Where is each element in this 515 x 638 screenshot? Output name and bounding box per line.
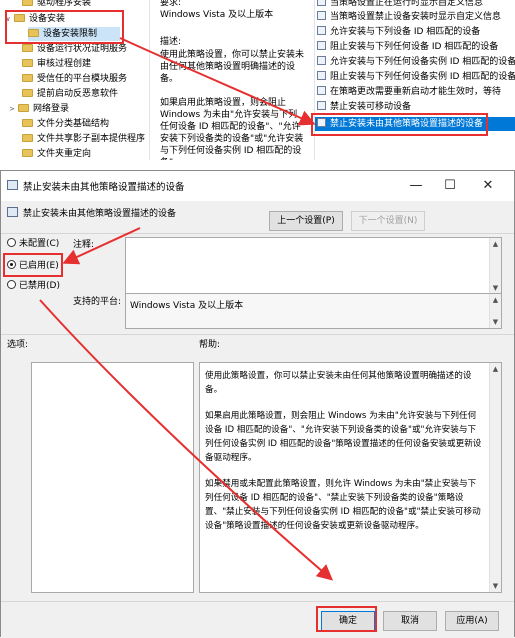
next-setting-button[interactable]: 下一个设置(N) (351, 211, 425, 231)
tree-item-fci[interactable]: 文件分类基础结构 (22, 117, 109, 131)
folder-icon (22, 58, 33, 67)
comment-textarea[interactable]: ▲ ▼ (125, 237, 502, 295)
annotation-box-policy (311, 113, 488, 136)
help-paragraph: 如果启用此策略设置，则会阻止 Windows 为未由"允许安装与下列任何设备 I… (205, 411, 482, 463)
tree-item-audit-process[interactable]: 审核过程创建 (22, 57, 91, 71)
description-text: 使用此策略设置，你可以禁止安装未由任何其他策略设置明确描述的设备。 (160, 50, 305, 84)
description-text-2: 如果启用此策略设置，则会阻止 Windows 为未由"允许安装与下列任何设备 I… (160, 98, 304, 160)
help-text: 使用此策略设置，你可以禁止安装未由任何其他策略设置明确描述的设备。 如果启用此策… (205, 369, 483, 545)
tree-item-elam[interactable]: 提前启动反恶意软件 (22, 87, 118, 101)
help-label: 帮助: (199, 340, 221, 350)
chevron-right-icon[interactable]: > (8, 102, 16, 116)
policy-title: 禁止安装未由其他策略设置描述的设备 (23, 209, 177, 219)
policy-setting-icon (317, 26, 326, 35)
requirement-label: 要求: (160, 0, 182, 8)
platform-field: Windows Vista 及以上版本 ▲ ▼ (125, 293, 502, 329)
help-paragraph: 使用此策略设置，你可以禁止安装未由任何其他策略设置明确描述的设备。 (205, 371, 472, 395)
policy-list: 当策略设置正在运行时显示自定义信息 当策略设置禁止设备安装时显示自定义信息 允许… (314, 0, 515, 160)
policy-row[interactable]: 阻止安装与下列任何设备 ID 相匹配的设备 (315, 40, 515, 54)
radio-circle-icon (7, 238, 16, 247)
policy-dialog: 禁止安装未由其他策略设置描述的设备 — ☐ ✕ 禁止安装未由其他策略设置描述的设… (0, 170, 515, 638)
prev-setting-button[interactable]: 上一个设置(P) (269, 211, 343, 231)
annotation-box-tree (5, 10, 124, 44)
policy-setting-icon (317, 86, 326, 95)
scrollbar[interactable]: ▲ ▼ (489, 294, 501, 328)
dialog-titlebar[interactable]: 禁止安装未由其他策略设置描述的设备 — ☐ ✕ (1, 171, 514, 201)
tree-item-driver-install[interactable]: 驱动程序安装 (22, 0, 91, 10)
policy-setting-icon (7, 180, 18, 190)
policy-setting-icon (7, 207, 18, 217)
folder-icon (22, 88, 33, 97)
close-icon[interactable]: ✕ (471, 175, 505, 197)
radio-circle-icon (7, 280, 16, 289)
divider (1, 334, 514, 335)
options-pane (31, 362, 194, 593)
platform-value: Windows Vista 及以上版本 (130, 301, 244, 311)
scroll-up-icon[interactable]: ▲ (490, 238, 501, 250)
tree-item-net-logon[interactable]: > 网络登录 (8, 102, 69, 116)
policy-row[interactable]: 在策略更改需要重新启动才能生效时，等待 (315, 85, 515, 99)
scrollbar[interactable]: ▲ ▼ (489, 238, 501, 294)
policy-row[interactable]: 当策略设置正在运行时显示自定义信息 (315, 0, 515, 10)
scroll-up-icon[interactable]: ▲ (490, 294, 501, 306)
policy-row[interactable]: 允许安装与下列设备 ID 相匹配的设备 (315, 25, 515, 39)
policy-setting-icon (317, 101, 326, 110)
scroll-down-icon[interactable]: ▼ (490, 316, 501, 328)
help-paragraph: 如果禁用或未配置此策略设置，则允许 Windows 为未由"禁止安装与下列任何设… (205, 479, 481, 531)
radio-disabled[interactable]: 已禁用(D) (7, 279, 60, 293)
folder-icon (22, 148, 33, 157)
help-pane: 使用此策略设置，你可以禁止安装未由任何其他策略设置明确描述的设备。 如果启用此策… (199, 362, 502, 593)
folder-icon (22, 43, 33, 52)
maximize-icon[interactable]: ☐ (433, 175, 467, 197)
tree-item-folder-redirect[interactable]: 文件夹重定向 (22, 147, 91, 160)
folder-icon (22, 73, 33, 82)
radio-not-configured[interactable]: 未配置(C) (7, 237, 59, 251)
policy-row[interactable]: 禁止安装可移动设备 (315, 100, 515, 114)
divider (1, 601, 514, 602)
scrollbar[interactable]: ▲ ▼ (489, 363, 501, 592)
scroll-down-icon[interactable]: ▼ (490, 580, 501, 592)
policy-setting-icon (317, 56, 326, 65)
minimize-icon[interactable]: — (399, 175, 433, 197)
folder-icon (18, 103, 29, 112)
tree-item-shadow-copy[interactable]: 文件共享影子副本提供程序 (22, 132, 145, 146)
folder-icon (22, 118, 33, 127)
apply-button[interactable]: 应用(A) (445, 611, 499, 631)
description-pane: 要求: Windows Vista 及以上版本 描述: 使用此策略设置，你可以禁… (152, 0, 312, 160)
tree-item-device-health[interactable]: 设备运行状况证明服务 (22, 42, 127, 56)
cancel-button[interactable]: 取消 (383, 611, 437, 631)
policy-row[interactable]: 当策略设置禁止设备安装时显示自定义信息 (315, 10, 515, 24)
policy-setting-icon (317, 11, 326, 20)
policy-setting-icon (317, 41, 326, 50)
policy-row[interactable]: 阻止安装与下列任何设备实例 ID 相匹配的设备 (315, 70, 515, 84)
window-title: 禁止安装未由其他策略设置描述的设备 (23, 182, 185, 193)
annotation-box-enabled (3, 253, 63, 277)
policy-setting-icon (317, 71, 326, 80)
dialog-body: 禁止安装未由其他策略设置描述的设备 上一个设置(P) 下一个设置(N) 未配置(… (1, 201, 514, 638)
scroll-up-icon[interactable]: ▲ (490, 363, 501, 375)
policy-setting-icon (317, 0, 326, 6)
annotation-box-ok (316, 606, 377, 632)
divider (1, 233, 514, 234)
folder-icon (22, 133, 33, 142)
folder-icon (22, 0, 33, 6)
description-label: 描述: (160, 37, 182, 47)
platform-label: 支持的平台: (73, 297, 122, 307)
tree-item-tpm[interactable]: 受信任的平台模块服务 (22, 72, 127, 86)
comment-label: 注释: (73, 240, 95, 250)
requirement-value: Windows Vista 及以上版本 (160, 10, 274, 20)
options-label: 选项: (7, 340, 29, 350)
policy-row[interactable]: 允许安装与下列任何设备实例 ID 相匹配的设备 (315, 55, 515, 69)
